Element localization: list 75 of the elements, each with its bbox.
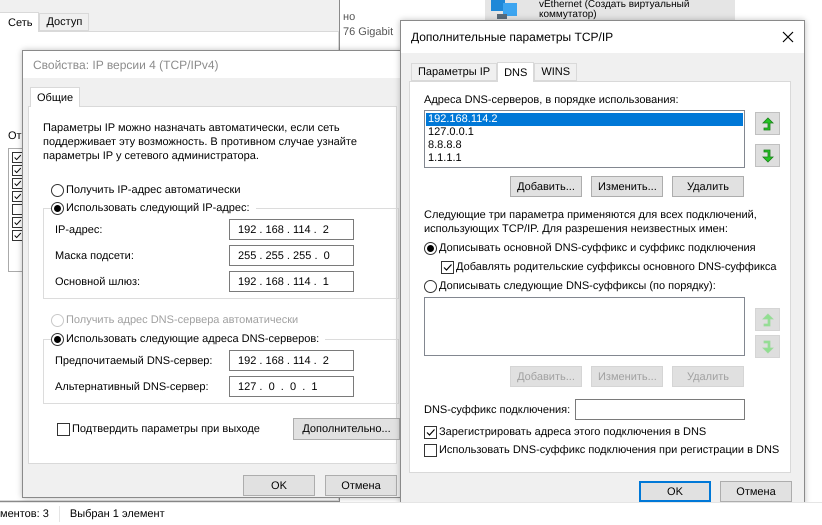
- field-label: DNS-суффикс подключения:: [424, 402, 570, 416]
- field-label: Основной шлюз:: [55, 274, 142, 288]
- component-checkbox[interactable]: [12, 165, 23, 176]
- section-label: От: [8, 130, 22, 142]
- radio-button[interactable]: Использовать следующие адреса DNS-серверов:: [51, 332, 320, 346]
- radio-button[interactable]: Использовать следующий IP-адрес:: [51, 201, 250, 215]
- ip-address-field[interactable]: 255 . 255 . 255 . 0: [229, 245, 354, 266]
- component-checkbox[interactable]: [12, 191, 23, 202]
- cancel-button[interactable]: Отмена: [720, 481, 792, 502]
- status-text: Выбран 1 элемент: [70, 508, 166, 520]
- list-action-button[interactable]: Добавить...: [510, 176, 582, 197]
- adapter-name: коммутатор): [539, 10, 597, 20]
- radio-button[interactable]: Дописывать следующие DNS-суффиксы (по порядку):: [424, 279, 716, 293]
- up-arrow-icon: [762, 312, 774, 326]
- list-label: Адреса DNS-серверов, в порядке использования:: [424, 94, 679, 106]
- window-title: Дополнительные параметры TCP/IP: [411, 30, 614, 44]
- list-item[interactable]: 127.0.0.1: [426, 126, 743, 139]
- move-up-button[interactable]: [755, 112, 780, 135]
- adapter-detail: 76 Gigabit: [343, 25, 394, 40]
- down-arrow-icon: [762, 148, 774, 162]
- note-text: Следующие три параметра применяются для всех подключений, использующих TCP/IP. Для разрешения неизвестных имен:: [424, 208, 758, 236]
- checkbox[interactable]: Использовать DNS-суффикс подключения при регистрации в DNS: [424, 443, 780, 457]
- component-checkbox[interactable]: [12, 230, 23, 241]
- checkbox[interactable]: Подтвердить параметры при выходе: [57, 422, 260, 436]
- checkmark-icon: [13, 191, 22, 202]
- radio-button[interactable]: Получить IP-адрес автоматически: [51, 183, 240, 197]
- move-down-button[interactable]: [755, 144, 780, 167]
- component-checkbox[interactable]: [12, 204, 23, 215]
- field-label: Предпочитаемый DNS-сервер:: [55, 354, 214, 368]
- checkmark-icon: [13, 152, 22, 163]
- list-item[interactable]: 192.168.114.2: [426, 113, 743, 126]
- field-label: Альтернативный DNS-сервер:: [55, 380, 210, 394]
- list-item[interactable]: 1.1.1.1: [426, 152, 743, 165]
- checkmark-icon: [442, 262, 453, 272]
- tab[interactable]: Общие: [30, 87, 80, 107]
- ip-address-field[interactable]: 192 . 168 . 114 . 1: [229, 271, 354, 292]
- dns-server-list[interactable]: 192.168.114.2 127.0.0.1 8.8.8.8 1.1.1.1: [424, 110, 745, 168]
- radio-button[interactable]: Дописывать основной DNS-суффикс и суффикс подключения: [424, 241, 756, 255]
- list-action-button[interactable]: Изменить...: [591, 176, 663, 197]
- ip-address-field[interactable]: 192 . 168 . 114 . 2: [229, 219, 354, 240]
- component-checkbox[interactable]: [12, 178, 23, 189]
- checkmark-icon: [425, 426, 436, 438]
- dns-address-field[interactable]: 127 . 0 . 0 . 1: [229, 376, 354, 397]
- down-arrow-icon: [762, 340, 774, 354]
- tab[interactable]: DNS: [497, 62, 534, 82]
- checkmark-icon: [13, 178, 22, 189]
- field-label: Маска подсети:: [55, 248, 135, 262]
- tab[interactable]: Параметры IP: [411, 63, 498, 81]
- window-title: Свойства: IP версии 4 (TCP/IPv4): [33, 58, 218, 72]
- ok-button[interactable]: OK: [243, 475, 315, 496]
- advanced-button[interactable]: Дополнительно...: [293, 418, 400, 440]
- dns-address-field[interactable]: 192 . 168 . 114 . 2: [229, 350, 354, 371]
- list-action-button[interactable]: Удалить: [672, 176, 744, 197]
- checkbox[interactable]: Добавлять родительские суффиксы основного DNS-суффикса: [441, 260, 777, 274]
- tab[interactable]: Доступ: [39, 13, 90, 31]
- dns-suffix-field[interactable]: [575, 399, 745, 420]
- ok-button[interactable]: OK: [639, 481, 711, 502]
- checkmark-icon: [13, 217, 22, 228]
- tab[interactable]: WINS: [534, 63, 578, 81]
- cancel-button[interactable]: Отмена: [325, 475, 397, 496]
- dns-suffix-list[interactable]: [424, 297, 745, 356]
- close-icon[interactable]: [782, 31, 794, 43]
- field-label: IP-адрес:: [55, 222, 104, 236]
- network-adapter-icon: [489, 0, 519, 20]
- checkmark-icon: [13, 165, 22, 176]
- tab[interactable]: Сеть: [0, 12, 40, 32]
- checkmark-icon: [13, 230, 22, 241]
- component-checkbox[interactable]: [12, 217, 23, 228]
- checkbox[interactable]: Зарегистрировать адреса этого подключения в DNS: [424, 425, 706, 439]
- list-item[interactable]: 8.8.8.8: [426, 139, 743, 152]
- adapter-detail: но: [343, 10, 356, 25]
- description-text: Параметры IP можно назначать автоматически, если сеть поддерживает эту возможность. В противном случае узнайте параметры IP у сетевого администратора.: [43, 121, 358, 163]
- status-text: ментов: 3: [0, 508, 50, 520]
- up-arrow-icon: [762, 116, 774, 130]
- component-checkbox[interactable]: [12, 152, 23, 163]
